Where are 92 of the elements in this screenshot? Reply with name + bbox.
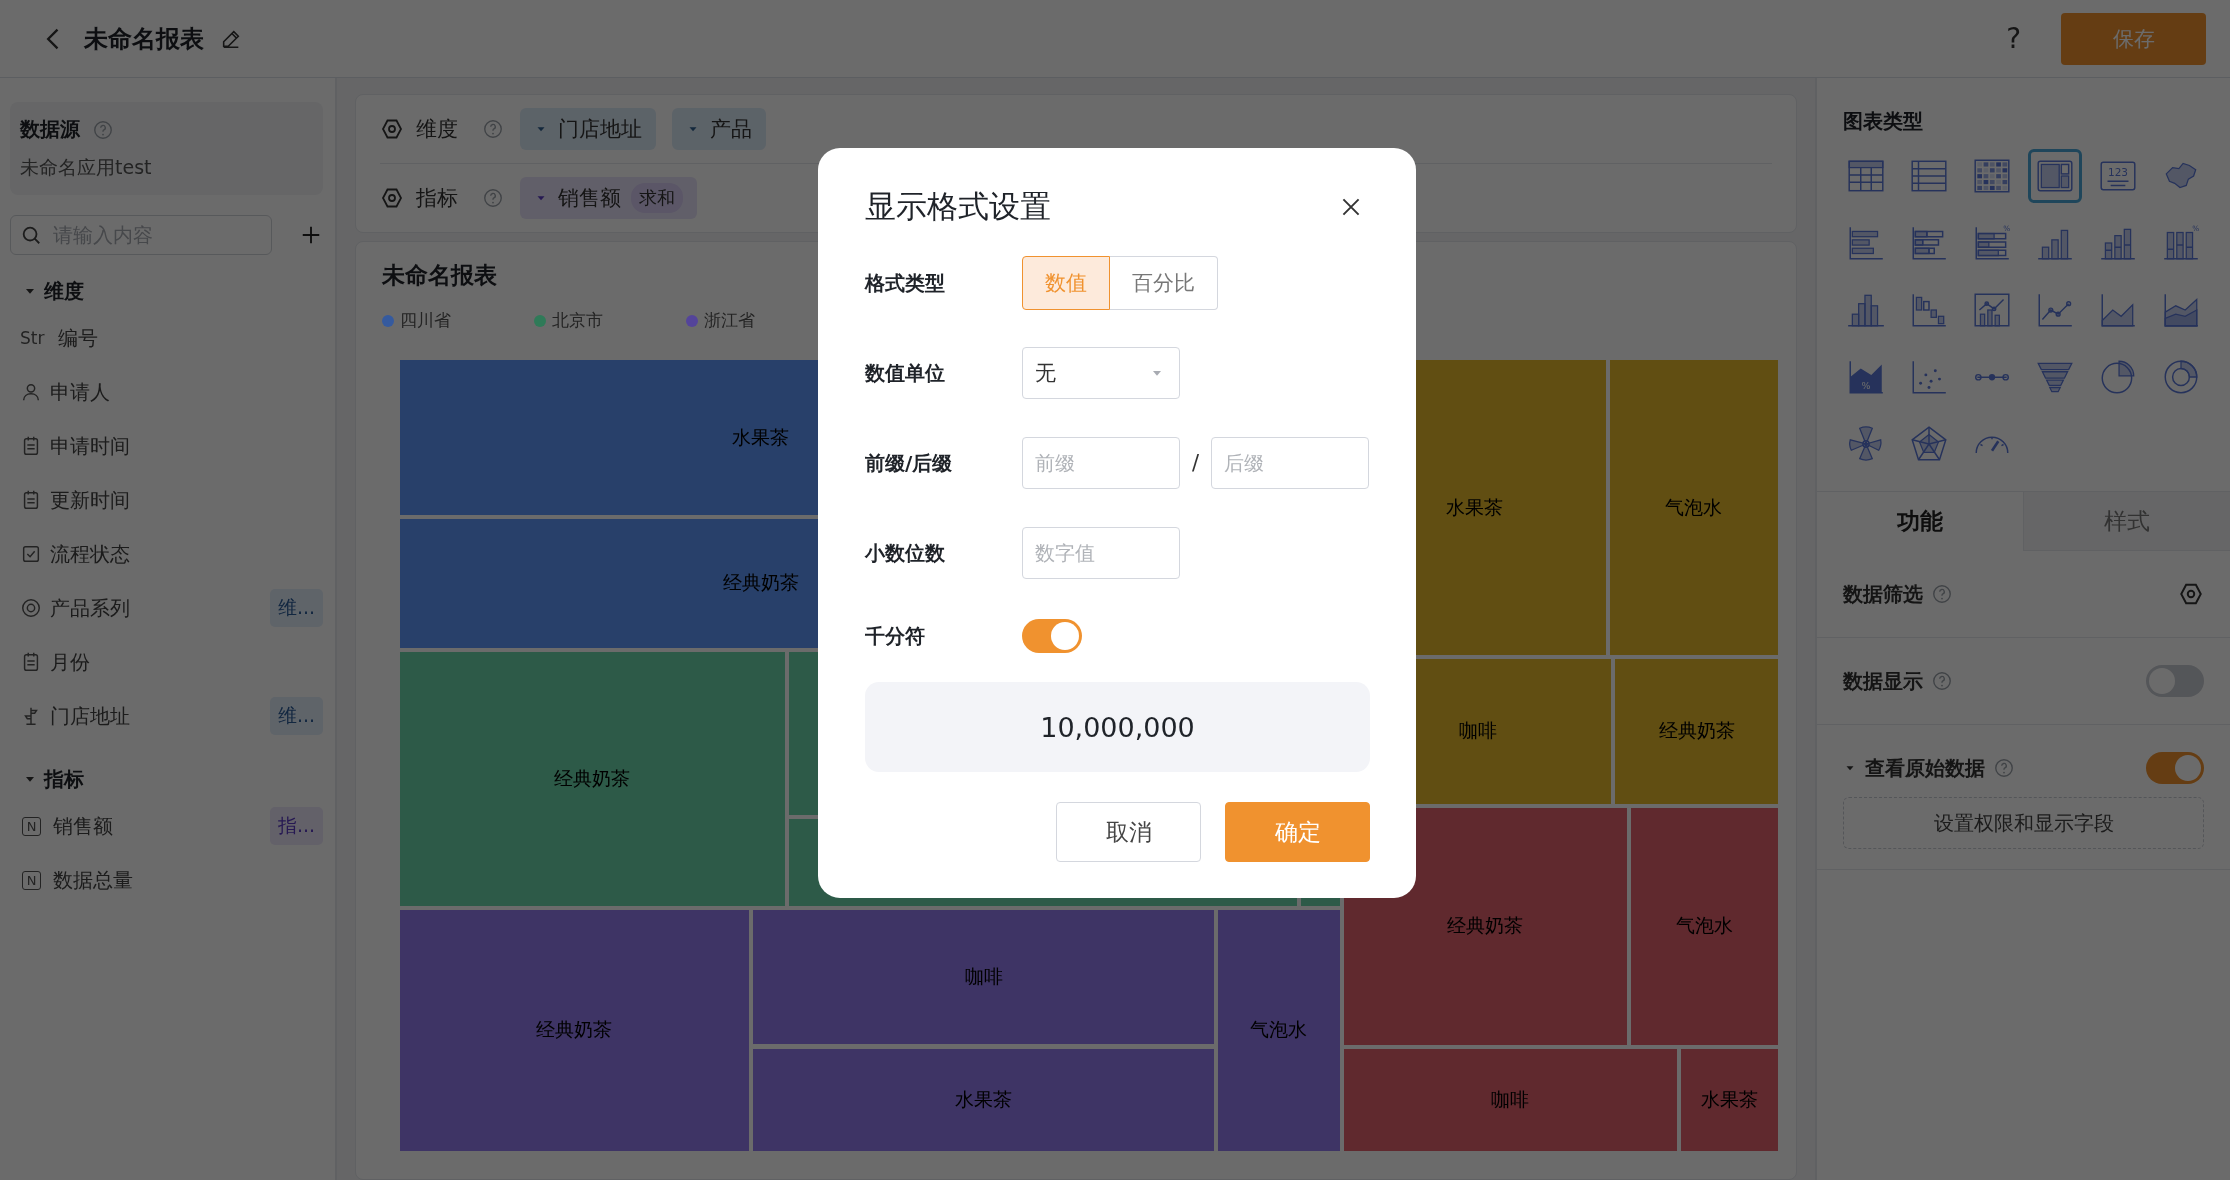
chip-label: 销售额 — [558, 185, 621, 212]
block-label: 水果茶 — [1446, 494, 1504, 520]
block-label: 气泡水 — [1676, 913, 1734, 939]
search-icon — [20, 224, 42, 246]
field-name[interactable]: 申请时间 — [50, 432, 323, 460]
field-name[interactable]: 流程状态 — [50, 540, 323, 568]
field-name[interactable]: 销售额 — [53, 812, 262, 840]
block-label: 水果茶 — [732, 424, 790, 450]
toggle-switch[interactable] — [1022, 619, 1082, 653]
chart-title: 未命名报表 — [382, 261, 497, 290]
help-icon[interactable] — [1931, 670, 1953, 692]
block-label: 经典奶茶 — [554, 765, 631, 791]
field-name[interactable]: 门店地址 — [50, 702, 262, 730]
help-icon[interactable] — [482, 118, 504, 140]
checkbox-icon — [20, 543, 42, 565]
help-icon[interactable] — [92, 118, 114, 141]
number-type-icon: N — [22, 816, 41, 836]
block-label: 水果茶 — [1700, 1086, 1758, 1112]
number-input[interactable]: 数字值 — [1022, 527, 1180, 579]
help-button[interactable]: ? — [2006, 22, 2021, 55]
field-tag: 指... — [269, 807, 323, 845]
settings-icon[interactable] — [380, 186, 404, 210]
datasource-name: 未命名应用test — [20, 155, 153, 180]
select-value: 无 — [1035, 360, 1056, 387]
block-label: 咖啡 — [1491, 1086, 1530, 1112]
settings-icon[interactable] — [380, 117, 404, 141]
aggregate-tag[interactable]: 求和 — [631, 183, 683, 213]
setting-label: 数据显示 — [1843, 667, 1923, 695]
segment-option[interactable]: 数值 — [1022, 256, 1110, 310]
preview-value: 10,000,000 — [865, 682, 1370, 772]
cancel-button[interactable]: 取消 — [1056, 802, 1201, 862]
field-label: 格式类型 — [865, 269, 946, 297]
chip-label: 产品 — [710, 116, 752, 143]
target-icon — [20, 597, 42, 619]
field-tag: 维... — [269, 589, 323, 627]
number-type-icon: N — [22, 870, 41, 890]
dialog-title: 显示格式设置 — [865, 187, 1051, 226]
legend-label[interactable]: 四川省 — [400, 309, 451, 332]
text-input[interactable]: 后缀 — [1211, 437, 1370, 489]
setting-label: 查看原始数据 — [1865, 754, 1985, 782]
field-label: 前缀/后缀 — [865, 449, 954, 477]
block-label: 经典奶茶 — [1658, 718, 1735, 744]
block-label: 经典奶茶 — [536, 1017, 613, 1043]
help-icon[interactable] — [1931, 583, 1953, 605]
help-icon[interactable] — [482, 187, 504, 209]
text-input[interactable]: 前缀 — [1022, 437, 1180, 489]
group-label[interactable]: 维度 — [44, 277, 84, 305]
chip-label: 门店地址 — [558, 116, 642, 143]
row-label: 指标 — [416, 185, 458, 212]
field-chip[interactable]: 销售额 求和 — [520, 177, 697, 219]
setting-label: 数据筛选 — [1843, 580, 1923, 608]
field-name[interactable]: 编号 — [58, 324, 323, 352]
field-name[interactable]: 更新时间 — [50, 486, 323, 514]
save-button[interactable]: 保存 — [2061, 12, 2206, 65]
group-label[interactable]: 指标 — [44, 765, 84, 793]
chart-type-option[interactable]: 123 — [2091, 149, 2145, 203]
field-name[interactable]: 月份 — [50, 648, 323, 676]
legend-label[interactable]: 浙江省 — [704, 309, 755, 332]
section-title: 图表类型 — [1842, 108, 1924, 135]
block-label: 咖啡 — [964, 964, 1003, 990]
segment-option[interactable]: 百分比 — [1110, 256, 1218, 310]
permission-button[interactable]: 设置权限和显示字段 — [1843, 797, 2204, 849]
datasource-label: 数据源 — [20, 116, 80, 143]
report-title: 未命名报表 — [84, 23, 204, 55]
field-name[interactable]: 产品系列 — [50, 594, 262, 622]
field-label: 数值单位 — [865, 359, 946, 387]
field-label: 千分符 — [865, 622, 926, 650]
field-chip[interactable]: 产品 — [672, 108, 766, 150]
row-label: 维度 — [416, 116, 458, 143]
block-label: 气泡水 — [1250, 1017, 1308, 1043]
block-label: 经典奶茶 — [722, 570, 799, 596]
block-label: 咖啡 — [1458, 718, 1497, 744]
block-label: 水果茶 — [955, 1086, 1013, 1112]
block-label: 经典奶茶 — [1447, 913, 1524, 939]
block-label: 气泡水 — [1665, 494, 1723, 520]
chart-type-option[interactable]: % — [1839, 350, 1893, 404]
unit-select[interactable]: 无 — [1022, 347, 1180, 399]
person-icon — [20, 381, 42, 403]
confirm-button[interactable]: 确定 — [1225, 802, 1370, 862]
field-name[interactable]: 数据总量 — [53, 866, 323, 894]
settings-icon[interactable] — [2178, 581, 2204, 607]
field-name[interactable]: 申请人 — [50, 378, 323, 406]
legend-label[interactable]: 北京市 — [552, 309, 603, 332]
toggle-switch[interactable] — [2146, 752, 2204, 784]
add-icon[interactable] — [300, 224, 322, 246]
help-icon[interactable] — [1993, 757, 2015, 779]
field-tag: 维... — [269, 697, 323, 735]
separator-text: / — [1192, 451, 1200, 475]
field-chip[interactable]: 门店地址 — [520, 108, 656, 150]
type-label: Str — [20, 328, 46, 348]
chart-type-option[interactable] — [2028, 149, 2082, 203]
field-label: 小数位数 — [865, 539, 946, 567]
